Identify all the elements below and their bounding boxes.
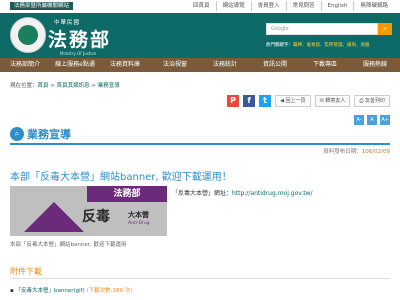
back-label: 回上一頁 bbox=[285, 98, 306, 104]
font-normal-button[interactable]: A bbox=[367, 115, 377, 125]
twitter-icon[interactable]: t bbox=[259, 95, 272, 107]
banner-org: 法務部 bbox=[87, 186, 167, 202]
back-button[interactable]: ◀ 回上一頁 bbox=[275, 95, 311, 107]
facebook-icon[interactable]: f bbox=[243, 95, 256, 107]
hot-keyword-links[interactable]: 羈押、會易罰、監所管理、緩刑、易服 bbox=[293, 43, 370, 48]
attachments-divider bbox=[10, 278, 390, 279]
search-input[interactable]: Google bbox=[266, 23, 378, 35]
section-title-text: 業務宣導 bbox=[27, 128, 71, 141]
publish-date: 資料發布日期：106/02/09 bbox=[323, 147, 390, 155]
attachments-heading: 附件下載 bbox=[10, 267, 42, 276]
breadcrumb-prefix: 現在位置： bbox=[10, 83, 38, 89]
emblem-logo[interactable] bbox=[10, 17, 46, 53]
print-label: 友善列印 bbox=[364, 98, 385, 104]
print-icon: ⎙ bbox=[359, 98, 364, 104]
page-tools: P f t ◀ 回上一頁 ✉ 轉寄友人 ⎙ 友善列印 bbox=[227, 95, 390, 107]
nav-item[interactable]: 法務統計 bbox=[200, 58, 250, 72]
mail-icon: ✉ bbox=[319, 98, 324, 104]
font-larger-button[interactable]: A+ bbox=[380, 115, 390, 125]
share-button[interactable]: ✉ 轉寄友人 bbox=[314, 95, 351, 107]
top-strip: 法務部暨所屬機關網站 回首頁 網站導覽 會員登入 常見問答 English 無障… bbox=[0, 0, 400, 13]
hot-keywords: 熱門關鍵字：羈押、會易罰、監所管理、緩刑、易服 bbox=[266, 42, 370, 48]
publish-date-label: 資料發布日期： bbox=[323, 149, 362, 155]
nav-item[interactable]: 資訊公開 bbox=[250, 58, 300, 72]
back-icon: ◀ bbox=[280, 98, 284, 104]
site-url-label: 「反毒大本營」網址： bbox=[172, 190, 233, 197]
link-faq[interactable]: 常見問答 bbox=[285, 1, 321, 11]
section-divider bbox=[10, 143, 390, 145]
font-size-controls: A- A A+ bbox=[354, 115, 390, 125]
breadcrumb-category[interactable]: 首頁其類訊息 bbox=[57, 83, 90, 89]
banner-sub: 大本營 bbox=[128, 211, 149, 219]
breadcrumb-home[interactable]: 首頁 bbox=[38, 83, 49, 89]
banner-en: Anti-Drug bbox=[128, 221, 150, 226]
link-home[interactable]: 回首頁 bbox=[187, 1, 216, 11]
hot-label: 熱門關鍵字： bbox=[266, 43, 293, 48]
top-links: 回首頁 網站導覽 會員登入 常見問答 English 無障礙網路 bbox=[187, 1, 394, 11]
link-sitemap[interactable]: 網站導覽 bbox=[215, 1, 251, 11]
nav-item[interactable]: 法務部簡介 bbox=[0, 58, 50, 72]
gov-site-tag[interactable]: 法務部暨所屬機關網站 bbox=[10, 2, 74, 10]
search-button[interactable]: ⌕ bbox=[378, 23, 392, 35]
font-smaller-button[interactable]: A- bbox=[354, 115, 364, 125]
header: 中華民國 法務部 Ministry Of Justice Google ⌕ 熱門… bbox=[0, 13, 400, 58]
breadcrumb: 現在位置：首頁 > 首頁其類訊息 > 業務宣導 bbox=[10, 83, 120, 89]
tent-icon bbox=[24, 202, 84, 232]
main-nav: 法務部簡介 線上服務e點通 法務資料庫 法治視窗 法務統計 資訊公開 下載專區 … bbox=[0, 58, 400, 72]
attachment-icon: ▪ bbox=[10, 288, 14, 294]
link-accessibility[interactable]: 無障礙網路 bbox=[353, 1, 394, 11]
nav-item[interactable]: 下載專區 bbox=[300, 58, 350, 72]
print-button[interactable]: ⎙ 友善列印 bbox=[354, 95, 390, 107]
antidrug-banner-image[interactable]: 法務部 反毒 大本營 Anti-Drug bbox=[10, 186, 167, 236]
attachment-item: ▪ 「反毒大本營」banner(gif) (下載次數:160 次) bbox=[10, 286, 132, 294]
breadcrumb-current[interactable]: 業務宣導 bbox=[98, 83, 120, 89]
site-url-link[interactable]: http://antidrug.moj.gov.tw/ bbox=[232, 190, 313, 197]
site-url-text: 「反毒大本營」網址：http://antidrug.moj.gov.tw/ bbox=[172, 188, 313, 197]
nav-item[interactable]: 線上服務e點通 bbox=[50, 58, 100, 72]
link-english[interactable]: English bbox=[320, 1, 354, 11]
org-name[interactable]: 法務部 bbox=[48, 25, 111, 52]
attachment-link[interactable]: 「反毒大本營」banner(gif) bbox=[15, 288, 84, 294]
nav-item[interactable]: 法務資料庫 bbox=[100, 58, 150, 72]
nav-item[interactable]: 法治視窗 bbox=[150, 58, 200, 72]
magnifier-icon: ⌕ bbox=[383, 25, 387, 33]
publish-date-value: 106/02/09 bbox=[361, 149, 390, 155]
section-title: ⌕ 業務宣導 bbox=[10, 126, 71, 142]
share-label: 轉寄友人 bbox=[325, 98, 346, 104]
banner-main: 反毒 bbox=[82, 209, 110, 225]
search-placeholder: Google bbox=[271, 26, 289, 32]
link-login[interactable]: 會員登入 bbox=[250, 1, 286, 11]
magnifier-icon: ⌕ bbox=[10, 127, 24, 141]
article-headline: 本部「反毒大本營」網站banner, 歡迎下載運用！ bbox=[10, 172, 232, 183]
plurk-icon[interactable]: P bbox=[227, 95, 240, 107]
download-count: (下載次數:160 次) bbox=[86, 288, 133, 294]
nav-item[interactable]: 服務熱線 bbox=[350, 58, 400, 72]
banner-caption: 本部「反毒大本營」網站banner, 歡迎下載運用 bbox=[10, 242, 127, 248]
org-en: Ministry Of Justice bbox=[60, 51, 97, 56]
